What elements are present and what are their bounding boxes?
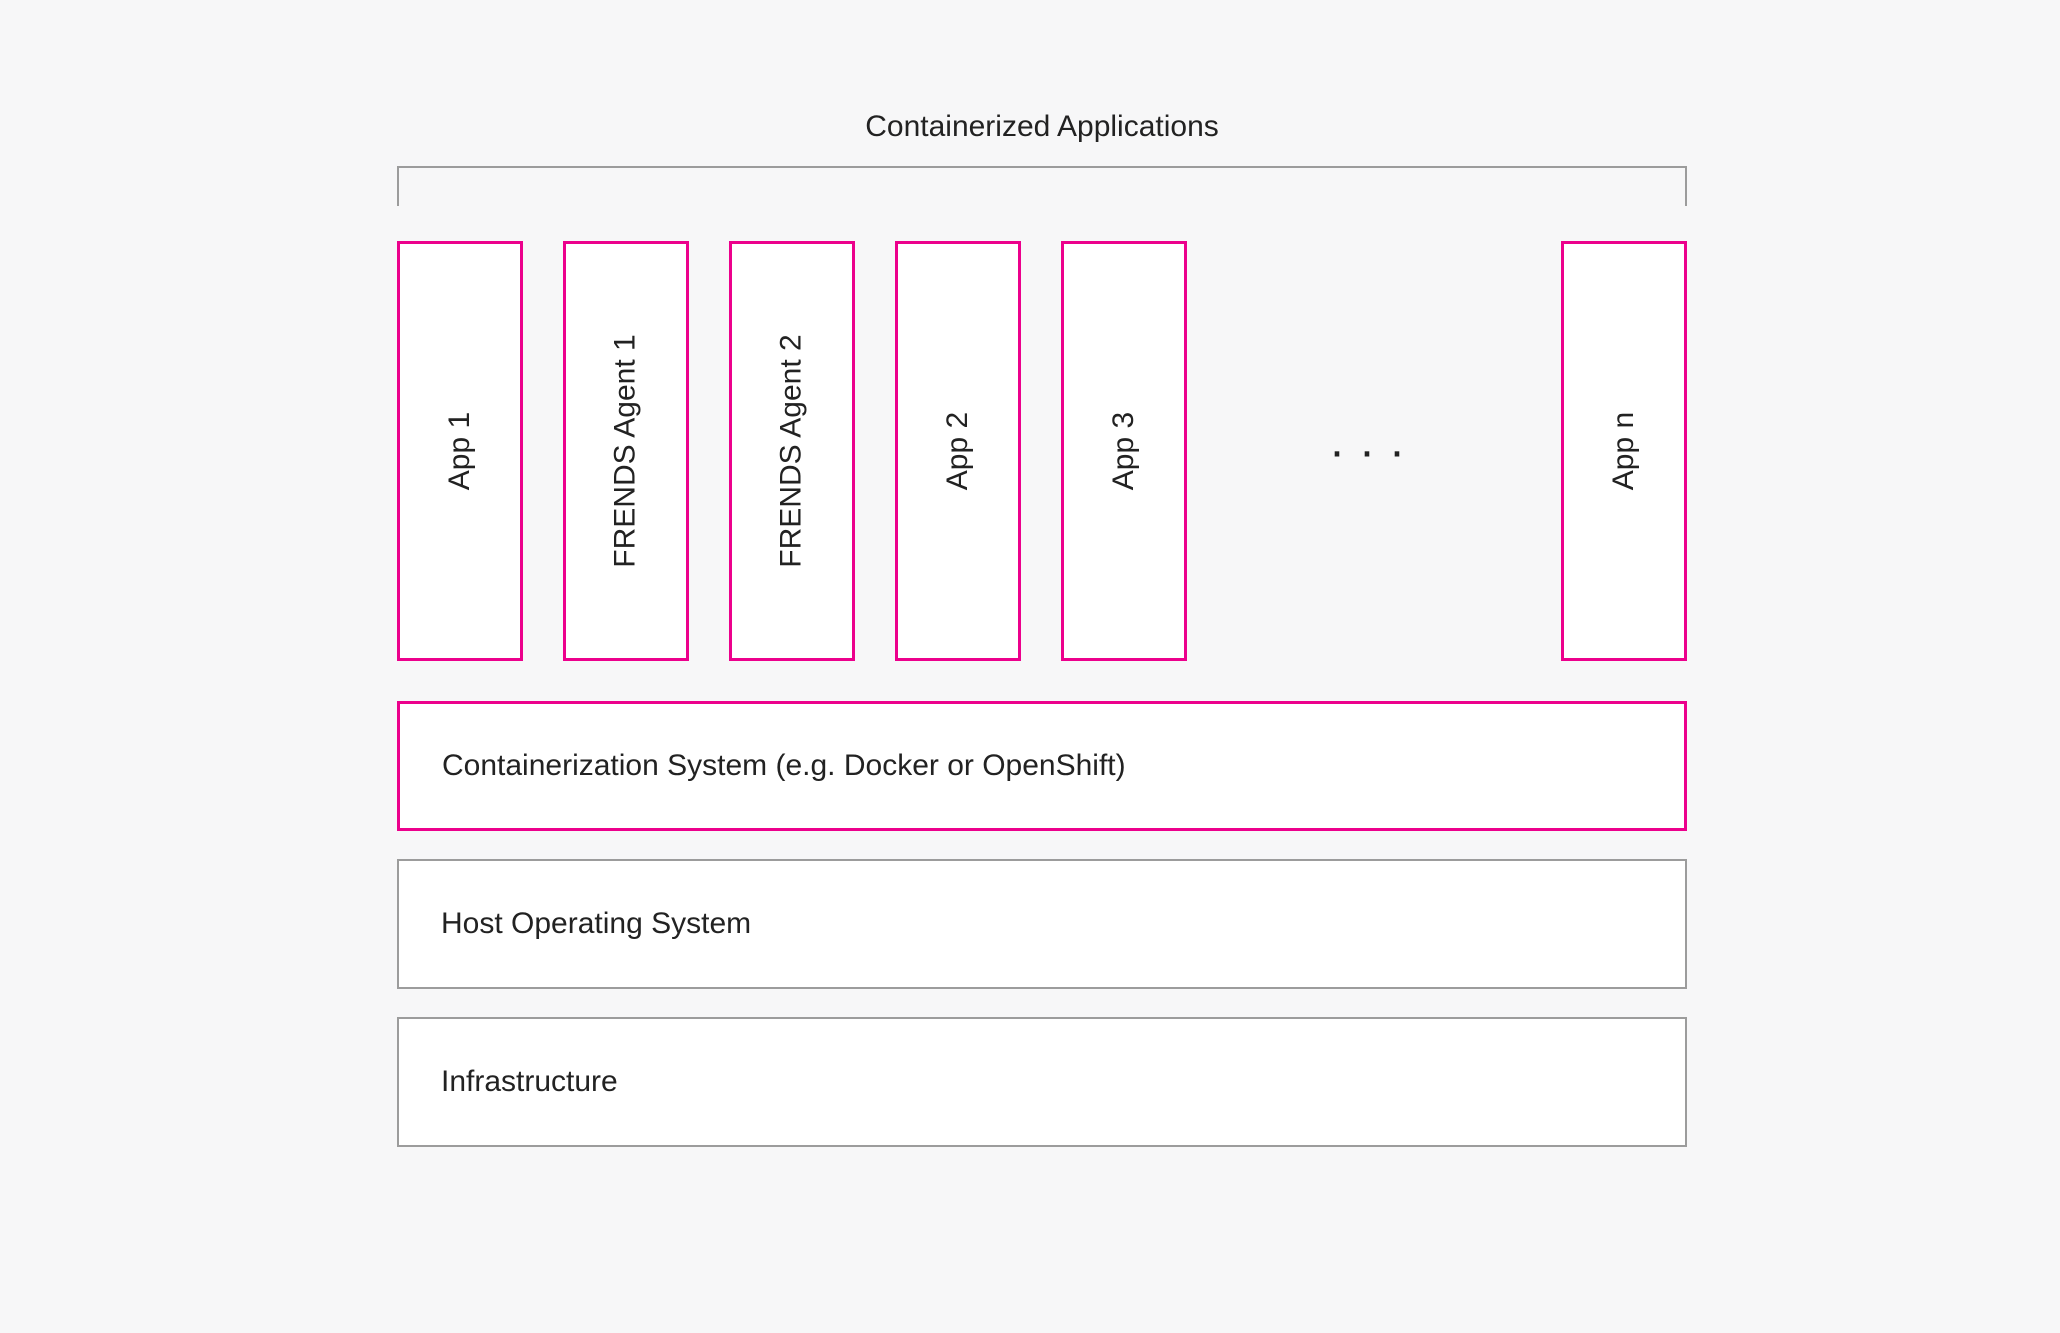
apps-row: App 1 FRENDS Agent 1 FRENDS Agent 2 App … [397, 241, 1687, 661]
layer-containerization-system: Containerization System (e.g. Docker or … [397, 701, 1687, 831]
bracket [397, 166, 1687, 206]
app-label: App 1 [443, 412, 477, 490]
app-label: App 2 [941, 412, 975, 490]
layer-label: Infrastructure [441, 1065, 618, 1099]
app-label: FRENDS Agent 1 [609, 334, 643, 567]
layer-host-os: Host Operating System [397, 859, 1687, 989]
app-box-frends-agent-2: FRENDS Agent 2 [729, 241, 855, 661]
containerization-diagram: Containerized Applications App 1 FRENDS … [397, 110, 1687, 1147]
diagram-title: Containerized Applications [397, 110, 1687, 144]
app-box-appn: App n [1561, 241, 1687, 661]
app-label: App 3 [1107, 412, 1141, 490]
layer-label: Containerization System (e.g. Docker or … [442, 749, 1126, 783]
layer-label: Host Operating System [441, 907, 751, 941]
app-box-app2: App 2 [895, 241, 1021, 661]
app-box-app1: App 1 [397, 241, 523, 661]
app-label: FRENDS Agent 2 [775, 334, 809, 567]
app-box-frends-agent-1: FRENDS Agent 1 [563, 241, 689, 661]
app-label: App n [1607, 412, 1641, 490]
ellipsis-icon: ··· [1227, 424, 1521, 479]
app-box-app3: App 3 [1061, 241, 1187, 661]
layer-infrastructure: Infrastructure [397, 1017, 1687, 1147]
